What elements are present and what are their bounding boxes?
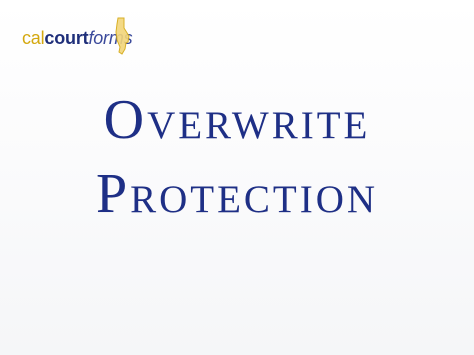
logo-text-forms: forms <box>88 27 133 48</box>
slide-title: Overwrite Protection <box>0 92 474 240</box>
logo-text-court: court <box>44 27 89 48</box>
title-line-overwrite: Overwrite <box>103 89 371 151</box>
logo-text-cal: cal <box>22 27 45 48</box>
title-line-protection: Protection <box>95 163 379 225</box>
brand-logo: cal court forms <box>22 17 133 55</box>
